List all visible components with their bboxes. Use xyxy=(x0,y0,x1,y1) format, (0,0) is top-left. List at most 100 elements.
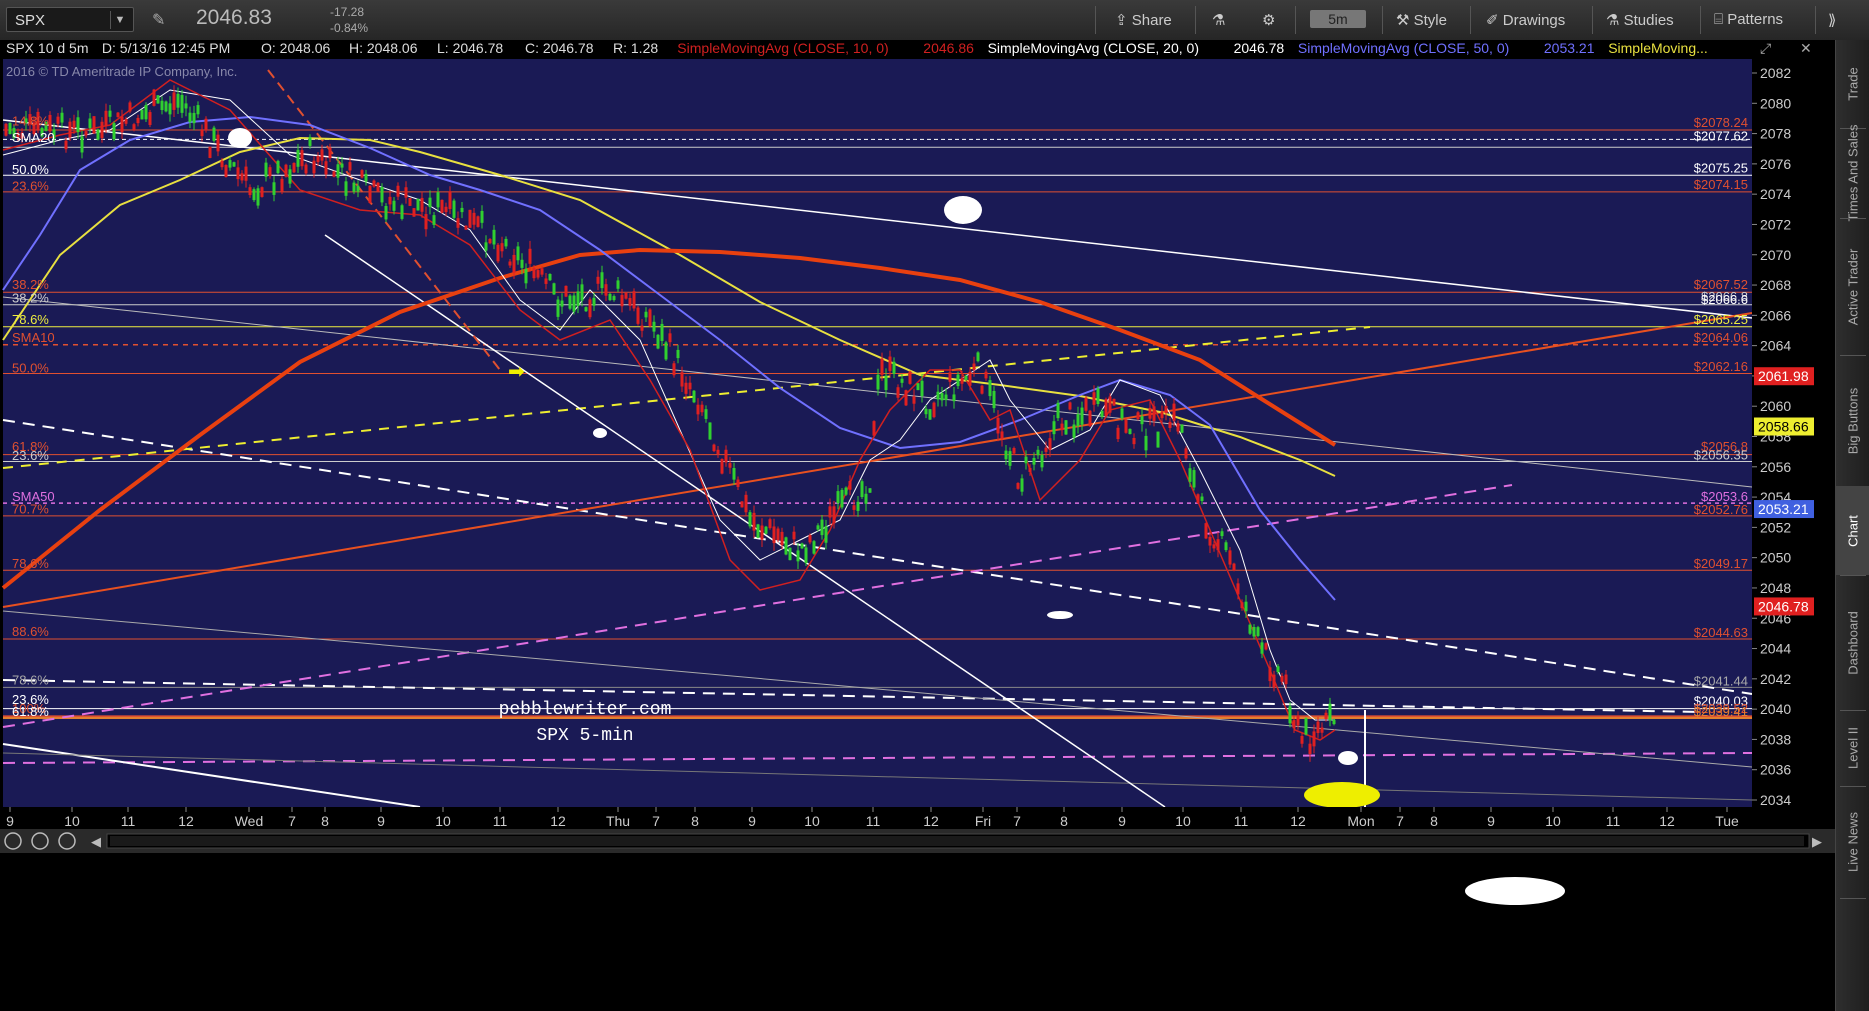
candle-body xyxy=(644,311,648,318)
candle-body xyxy=(360,170,364,178)
net-change: -17.28 xyxy=(330,5,365,19)
candle-body xyxy=(136,117,140,124)
sidebar-tab-label: Chart xyxy=(1845,514,1861,547)
candle-body xyxy=(624,292,628,299)
marker-ellipse xyxy=(1338,751,1358,765)
candle-body xyxy=(760,525,764,540)
sidebar-tab-label: Trade xyxy=(1845,67,1861,101)
candle-body xyxy=(588,299,592,318)
candle-body xyxy=(728,463,732,468)
candle-body xyxy=(560,300,564,307)
candle-body xyxy=(1112,398,1116,406)
sidebar-tab-chart[interactable]: Chart xyxy=(1836,486,1869,575)
level-label-right: $2064.06 xyxy=(1694,330,1748,345)
candle-body xyxy=(596,276,600,284)
candle-body xyxy=(580,284,584,301)
candle-body xyxy=(920,380,924,397)
candle-body xyxy=(780,531,784,546)
copyright-text: 2016 © TD Ameritrade IP Company, Inc. xyxy=(6,64,237,79)
candle-body xyxy=(1272,674,1276,688)
drawings-button[interactable]: ✐ Drawings xyxy=(1486,11,1565,29)
candle-body xyxy=(344,181,348,196)
candle-body xyxy=(768,519,772,529)
x-tick-label: 12 xyxy=(1290,813,1306,829)
candle-body xyxy=(636,307,640,324)
price-flag-label: 2058.66 xyxy=(1758,419,1809,435)
candle-body xyxy=(96,129,100,140)
symbol-input[interactable]: SPX ▼ xyxy=(6,7,134,32)
candle-body xyxy=(1324,712,1328,719)
candle-body xyxy=(508,261,512,266)
pencil-icon[interactable]: ✎ xyxy=(152,10,165,30)
flask-icon[interactable]: ⚗ xyxy=(1212,11,1225,29)
chevron-down-icon[interactable]: ▼ xyxy=(110,11,129,29)
studies-button[interactable]: ⚗ Studies xyxy=(1606,11,1674,29)
candle-body xyxy=(376,182,380,192)
candle-body xyxy=(792,531,796,540)
price-chart[interactable]: SPX 10 d 5m D: 5/13/16 12:45 PM O: 2048.06… xyxy=(0,40,1835,1011)
candle-body xyxy=(804,547,808,563)
candle-body xyxy=(1108,396,1112,413)
candle-body xyxy=(132,124,136,131)
x-tick-label: 12 xyxy=(550,813,566,829)
watermark-desc: SPX 5-min xyxy=(536,726,633,746)
candle-body xyxy=(720,459,724,474)
candle-body xyxy=(1284,674,1288,685)
sidebar-tab-label: Big Buttons xyxy=(1845,387,1861,454)
drawings-icon: ✐ xyxy=(1486,12,1499,29)
candle-body xyxy=(212,127,216,141)
candle-body xyxy=(752,512,756,531)
candle-body xyxy=(436,192,440,208)
header-field: SimpleMovingAvg (CLOSE, 10, 0) xyxy=(677,40,888,56)
candle-body xyxy=(428,197,432,208)
marker-ellipse xyxy=(593,428,607,438)
sidebar-tab-dashboard[interactable]: Dashboard xyxy=(1836,575,1869,710)
candle-body xyxy=(1032,457,1036,465)
candle-body xyxy=(764,526,768,534)
candle-body xyxy=(264,162,268,177)
x-tick-label: 10 xyxy=(64,813,80,829)
level-label-left: 88.6% xyxy=(12,624,49,639)
sidebar-collapse-icon[interactable]: ⟫ xyxy=(1828,11,1836,29)
candle-body xyxy=(256,188,260,206)
candle-body xyxy=(1076,414,1080,427)
candle-body xyxy=(572,295,576,312)
gear-icon[interactable]: ⚙ xyxy=(1262,11,1275,29)
x-tick-label: 7 xyxy=(1396,813,1404,829)
candle-body xyxy=(500,243,504,252)
sidebar-tab-label: Level II xyxy=(1845,727,1861,769)
share-button[interactable]: ⇪ Share xyxy=(1115,11,1172,29)
style-button[interactable]: ⚒ Style xyxy=(1396,11,1447,29)
sidebar-tab-level-ii[interactable]: Level II xyxy=(1836,710,1869,786)
sidebar-tab-active-trader[interactable]: Active Trader xyxy=(1836,218,1869,355)
scroll-left-icon: ◀ xyxy=(91,834,101,849)
x-tick-label: 11 xyxy=(1606,813,1621,829)
sidebar-tab-big-buttons[interactable]: Big Buttons xyxy=(1836,355,1869,486)
candle-body xyxy=(184,103,188,109)
patterns-button[interactable]: ⌸ Patterns xyxy=(1714,11,1783,28)
header-field: SPX 10 d 5m xyxy=(6,40,89,56)
candle-body xyxy=(1152,406,1156,422)
candle-body xyxy=(584,307,588,312)
sidebar-tab-times-and-sales[interactable]: Times And Sales xyxy=(1836,124,1869,221)
candle-body xyxy=(292,162,296,173)
chart-area[interactable]: SPX 10 d 5m D: 5/13/16 12:45 PM O: 2048.06… xyxy=(0,40,1835,1011)
sidebar-tab-live-news[interactable]: Live News xyxy=(1836,786,1869,898)
candle-body xyxy=(736,479,740,487)
level-label-right: $2075.25 xyxy=(1694,160,1748,175)
candle-body xyxy=(692,390,696,403)
x-tick-label: 8 xyxy=(1430,813,1438,829)
candle-body xyxy=(1172,403,1176,421)
sidebar-tab-trade[interactable]: Trade xyxy=(1836,40,1869,128)
candle-body xyxy=(1276,666,1280,672)
y-tick-label: 2038 xyxy=(1760,731,1791,747)
candle-body xyxy=(1220,531,1224,537)
candle-body xyxy=(1136,412,1140,420)
candle-body xyxy=(460,207,464,213)
x-tick-label: 9 xyxy=(1487,813,1495,829)
candle-body xyxy=(1084,397,1088,411)
candle-body xyxy=(168,103,172,115)
candle-body xyxy=(1056,402,1060,419)
interval-button[interactable]: 5m xyxy=(1310,10,1366,28)
toolbar-divider xyxy=(1195,6,1196,34)
